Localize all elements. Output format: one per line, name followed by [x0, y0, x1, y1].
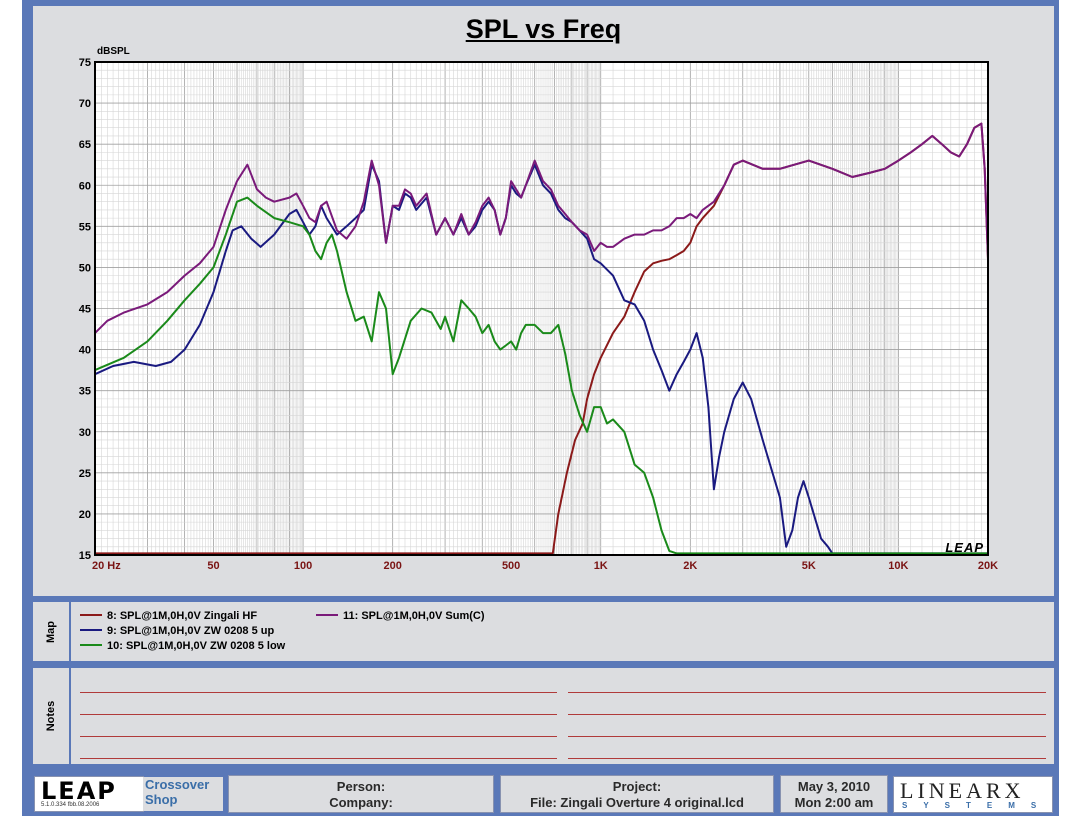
y-tick-label: 75 — [79, 57, 91, 69]
file-label: File: Zingali Overture 4 original.lcd — [530, 795, 744, 810]
x-tick-label: 1K — [594, 560, 608, 572]
x-tick-label: 500 — [502, 560, 520, 572]
legend-swatch — [316, 614, 338, 617]
plot-area: 75 70 65 60 55 50 45 40 35 30 25 20 1520 Hz 50 100 200 5… — [79, 57, 998, 572]
module-line2: Shop — [145, 792, 178, 807]
legend-item-10: 10: SPL@1M,0H,0V ZW 0208 5 low — [80, 640, 285, 652]
y-tick-label: 15 — [79, 550, 91, 562]
x-tick-label: 2K — [683, 560, 697, 572]
date-box: May 3, 2010 Mon 2:00 am — [780, 775, 888, 813]
note-line[interactable] — [80, 714, 557, 715]
y-tick-label: 35 — [79, 386, 91, 398]
note-line[interactable] — [80, 758, 557, 759]
bottom-strip — [0, 816, 1085, 826]
x-tick-label: 100 — [294, 560, 312, 572]
legend-swatch — [80, 644, 102, 647]
legend-swatch — [80, 629, 102, 632]
legend-swatch — [80, 614, 102, 617]
y-tick-label: 55 — [79, 221, 91, 233]
y-tick-label: 20 — [79, 509, 91, 521]
y-tick-label: 25 — [79, 468, 91, 480]
person-box[interactable]: Person: Company: — [228, 775, 494, 813]
x-tick-label: 20K — [978, 560, 998, 572]
notes-tab[interactable]: Notes — [33, 668, 71, 764]
legend-text: 11: SPL@1M,0H,0V Sum(C) — [343, 610, 485, 622]
x-tick-label: 10K — [888, 560, 908, 572]
linearx-sub: SYSTEMS — [902, 801, 1053, 810]
leap-version: 5.1.0.334 fbb.08.2006 — [41, 802, 100, 808]
map-tab[interactable]: Map — [33, 602, 71, 661]
legend-text: 9: SPL@1M,0H,0V ZW 0208 5 up — [107, 625, 275, 637]
time-text: Mon 2:00 am — [794, 795, 874, 810]
y-tick-label: 50 — [79, 262, 91, 274]
y-tick-label: 60 — [79, 180, 91, 192]
chart-panel: SPL vs Freq dBSPL 75 70 65 60 55 50 45 40 35 30 25… — [33, 6, 1054, 596]
map-tab-label: Map — [45, 620, 57, 643]
date-text: May 3, 2010 — [797, 779, 871, 794]
legend-item-9: 9: SPL@1M,0H,0V ZW 0208 5 up — [80, 625, 274, 637]
legend-text: 8: SPL@1M,0H,0V Zingali HF — [107, 610, 258, 622]
x-tick-label: 20 Hz — [92, 560, 121, 572]
leap-logo: LEAP 5.1.0.334 fbb.08.2006 — [34, 776, 144, 812]
y-tick-label: 70 — [79, 98, 91, 110]
note-line[interactable] — [568, 714, 1046, 715]
note-line[interactable] — [80, 736, 557, 737]
linearx-logo: LINEARX SYSTEMS — [893, 776, 1053, 813]
y-tick-label: 65 — [79, 139, 91, 151]
note-line[interactable] — [568, 736, 1046, 737]
legend-item-11: 11: SPL@1M,0H,0V Sum(C) — [316, 610, 485, 622]
notes-panel: Notes — [33, 668, 1054, 764]
note-line[interactable] — [80, 692, 557, 693]
map-panel: Map 8: SPL@1M,0H,0V Zingali HF 9: SPL@1M… — [33, 602, 1054, 661]
x-tick-label: 50 — [207, 560, 219, 572]
y-tick-label: 30 — [79, 427, 91, 439]
company-label: Company: — [329, 795, 393, 810]
notes-tab-label: Notes — [45, 700, 57, 732]
project-box[interactable]: Project: File: Zingali Overture 4 origin… — [500, 775, 774, 813]
module-name: Crossover Shop — [143, 777, 223, 811]
x-tick-label: 5K — [802, 560, 816, 572]
module-line1: Crossover — [145, 777, 210, 792]
note-line[interactable] — [568, 758, 1046, 759]
y-tick-label: 40 — [79, 345, 91, 357]
project-label: Project: — [612, 779, 662, 794]
leap-watermark: LEAP — [945, 540, 984, 555]
leap-logo-text: LEAP — [41, 777, 117, 805]
x-tick-label: 200 — [383, 560, 401, 572]
y-tick-label: 45 — [79, 304, 91, 316]
person-label: Person: — [336, 779, 386, 794]
legend-item-8: 8: SPL@1M,0H,0V Zingali HF — [80, 610, 257, 622]
note-line[interactable] — [568, 692, 1046, 693]
legend-text: 10: SPL@1M,0H,0V ZW 0208 5 low — [107, 640, 286, 652]
